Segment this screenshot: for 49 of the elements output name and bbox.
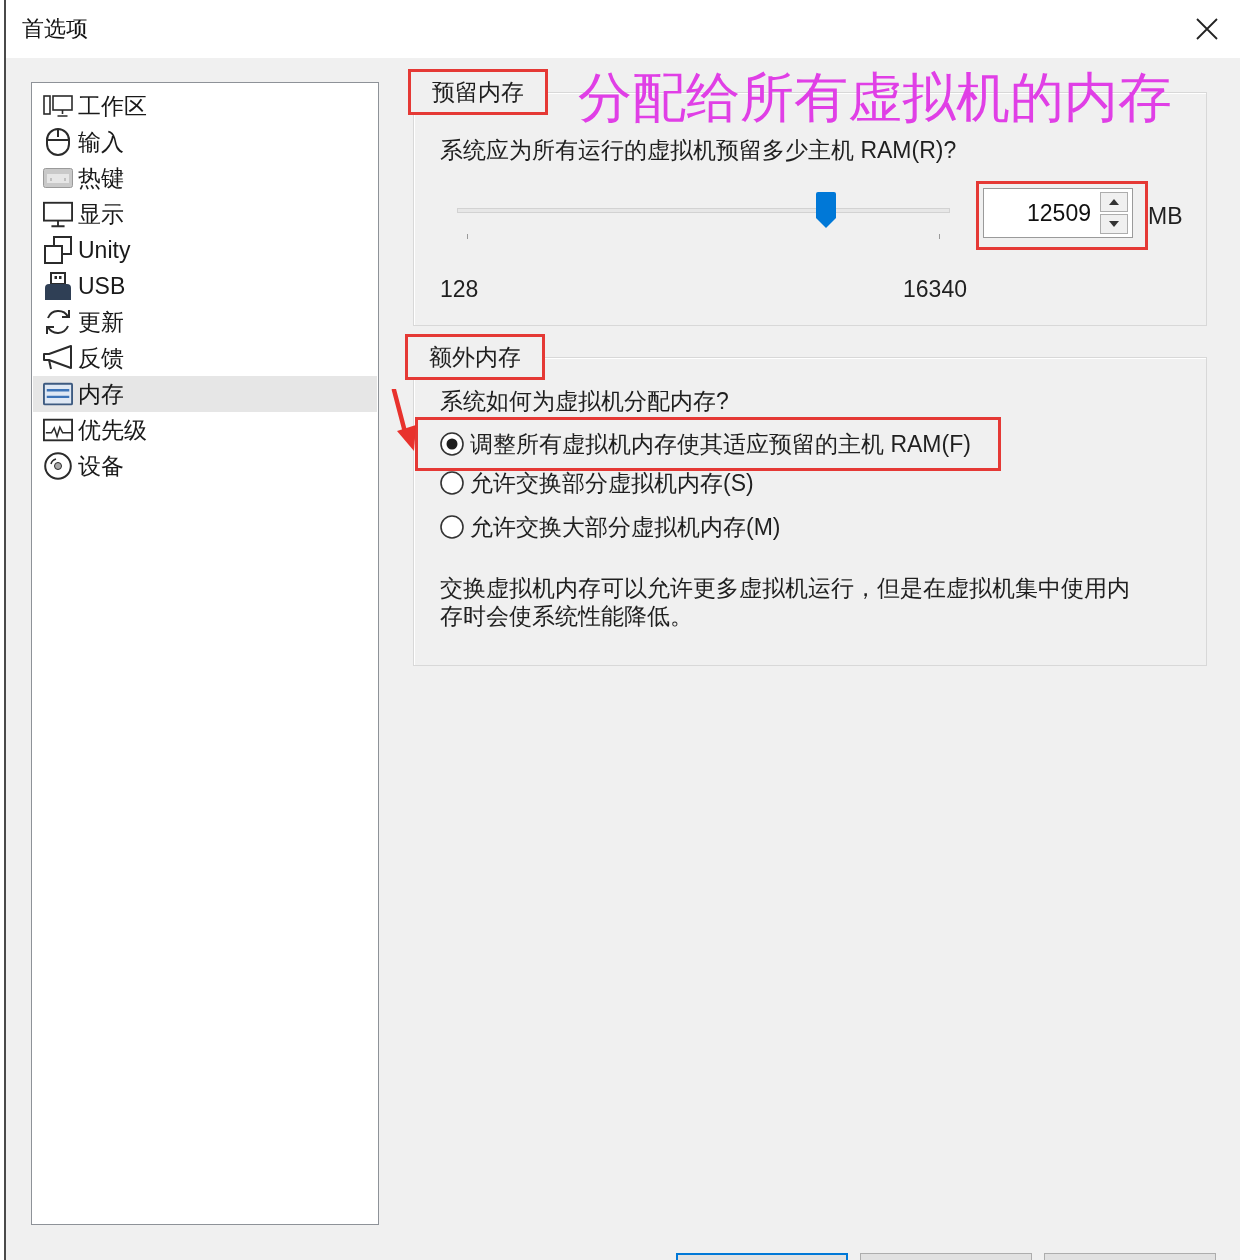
note-text: 交换虚拟机内存可以允许更多虚拟机运行，但是在虚拟机集中使用内存时会使系统性能降低。 [440, 574, 1131, 630]
slider-track[interactable] [457, 192, 950, 240]
pulse-icon [43, 418, 73, 442]
number-field[interactable]: 12509 [983, 188, 1133, 238]
monitor-icon [43, 200, 73, 228]
sidebar-item[interactable]: 显示 [33, 196, 377, 232]
max-label: 16340 [903, 275, 967, 304]
tick-mark [939, 234, 940, 239]
group-title: 额外内存 [429, 343, 521, 372]
radio-icon[interactable] [440, 515, 464, 539]
radio-icon[interactable] [440, 471, 464, 495]
refresh-icon [44, 308, 72, 336]
sidebar-item[interactable]: 工作区 [33, 88, 377, 124]
usb-drive-icon [44, 272, 72, 300]
unit-label: MB [1148, 201, 1183, 231]
sidebar-item[interactable]: 反馈 [33, 340, 377, 376]
sidebar-item[interactable]: 优先级 [33, 412, 377, 448]
keyboard-icon [43, 168, 73, 188]
spin-up-button[interactable] [1100, 192, 1128, 212]
sidebar-item[interactable]: 热键 [33, 160, 377, 196]
sidebar-item[interactable]: Unity [33, 232, 377, 268]
question-text: 系统如何为虚拟机分配内存? [440, 387, 730, 416]
disc-icon [44, 452, 72, 480]
sidebar-item[interactable]: USB [33, 268, 377, 304]
close-icon[interactable] [1196, 18, 1218, 40]
spin-down-button[interactable] [1100, 214, 1128, 234]
annotation-text: 分配给所有虚拟机的内存 [578, 67, 1172, 127]
tick-mark [467, 234, 468, 239]
overlapping-windows-icon [44, 236, 72, 264]
question-text: 系统应为所有运行的虚拟机预留多少主机 RAM(R)? [440, 136, 958, 165]
radio-option[interactable]: 允许交换大部分虚拟机内存(M) [440, 512, 781, 542]
memory-module-icon [43, 382, 73, 406]
dialog-button[interactable] [676, 1253, 848, 1260]
slider-thumb[interactable] [816, 192, 837, 228]
window-title: 首选项 [22, 15, 88, 43]
mouse-icon [46, 128, 70, 156]
sidebar-item[interactable]: 输入 [33, 124, 377, 160]
group-title: 预留内存 [432, 78, 524, 107]
sidebar-item[interactable]: 更新 [33, 304, 377, 340]
megaphone-icon [43, 345, 73, 371]
sidebar-item[interactable]: 设备 [33, 448, 377, 484]
desktop-icon [43, 95, 73, 117]
min-label: 128 [440, 275, 479, 304]
radio-option[interactable]: 允许交换部分虚拟机内存(S) [440, 468, 754, 498]
sidebar-item[interactable]: 内存 [33, 376, 377, 412]
radio-icon[interactable] [440, 432, 464, 456]
caret-down-icon [1109, 221, 1119, 227]
caret-up-icon [1109, 199, 1119, 205]
radio-option[interactable]: 调整所有虚拟机内存使其适应预留的主机 RAM(F) [440, 429, 971, 459]
